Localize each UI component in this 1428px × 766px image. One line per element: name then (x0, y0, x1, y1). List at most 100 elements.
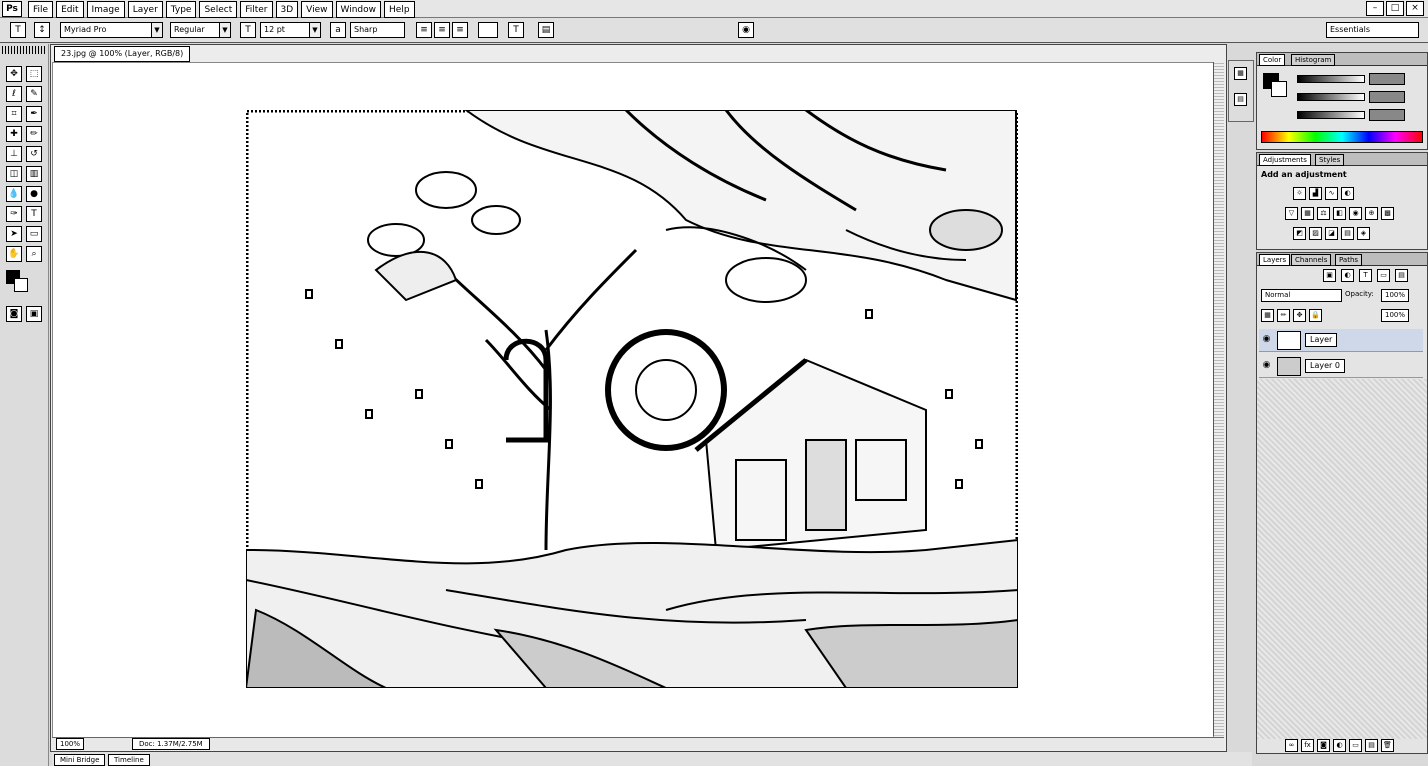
gradient-tool-icon[interactable]: ▥ (26, 166, 42, 182)
menu-type[interactable]: Type (165, 1, 197, 18)
tab-mini-bridge[interactable]: Mini Bridge (54, 754, 106, 766)
new-layer-icon[interactable]: ▤ (1365, 739, 1378, 752)
levels-icon[interactable]: ▟ (1309, 187, 1322, 200)
tab-channels[interactable]: Channels (1291, 254, 1332, 266)
document-tab[interactable]: 23.jpg @ 100% (Layer, RGB/8) (54, 46, 191, 62)
posterize-icon[interactable]: ▨ (1309, 227, 1322, 240)
delete-layer-icon[interactable]: 🗑 (1381, 739, 1394, 752)
menu-select[interactable]: Select (199, 1, 238, 18)
background-color-swatch[interactable] (14, 278, 28, 292)
eye-icon[interactable]: ◉ (1261, 334, 1272, 345)
properties-panel-icon[interactable]: ▤ (1234, 93, 1247, 106)
healing-brush-tool-icon[interactable]: ✚ (6, 126, 22, 142)
green-value-field[interactable] (1369, 91, 1405, 103)
pen-tool-icon[interactable]: ✑ (6, 206, 22, 222)
font-family-select[interactable]: Myriad Pro (60, 22, 153, 38)
antialias-select[interactable]: Sharp (350, 22, 405, 38)
text-color-swatch[interactable] (478, 22, 498, 38)
menu-image[interactable]: Image (86, 1, 125, 18)
workspace-select[interactable]: Essentials (1326, 22, 1419, 38)
align-right-icon[interactable]: ≡ (452, 22, 468, 38)
gradient-map-icon[interactable]: ▤ (1341, 227, 1354, 240)
channel-mixer-icon[interactable]: ⊕ (1365, 207, 1378, 220)
color-lookup-icon[interactable]: ▩ (1381, 207, 1394, 220)
tab-paths[interactable]: Paths (1335, 254, 1363, 266)
lock-transparent-icon[interactable]: ▦ (1261, 309, 1274, 322)
color-balance-icon[interactable]: ⚖ (1317, 207, 1330, 220)
type-tool-icon[interactable]: T (10, 22, 26, 38)
menu-window[interactable]: Window (335, 1, 382, 18)
filter-type-icon[interactable]: T (1359, 269, 1372, 282)
tab-color[interactable]: Color (1259, 54, 1286, 66)
invert-icon[interactable]: ◩ (1293, 227, 1306, 240)
quick-select-tool-icon[interactable]: ✎ (26, 86, 42, 102)
layer-row[interactable]: ◉ Layer (1259, 329, 1423, 352)
clone-stamp-tool-icon[interactable]: ⊥ (6, 146, 22, 162)
warp-text-icon[interactable]: T (508, 22, 524, 38)
layer-mask-icon[interactable]: ◙ (1317, 739, 1330, 752)
canvas-image[interactable] (246, 110, 1018, 688)
tab-timeline[interactable]: Timeline (108, 754, 150, 766)
menu-help[interactable]: Help (384, 1, 415, 18)
chevron-down-icon[interactable]: ▼ (309, 22, 321, 38)
blur-tool-icon[interactable]: 💧 (6, 186, 22, 202)
eye-icon[interactable]: ◉ (1261, 360, 1272, 371)
zoom-level-field[interactable]: 100% (56, 738, 84, 750)
adjustment-layer-icon[interactable]: ◐ (1333, 739, 1346, 752)
font-size-select[interactable]: 12 pt (260, 22, 311, 38)
red-value-field[interactable] (1369, 73, 1405, 85)
selective-color-icon[interactable]: ◈ (1357, 227, 1370, 240)
color-ramp[interactable] (1261, 131, 1423, 143)
eraser-tool-icon[interactable]: ◫ (6, 166, 22, 182)
marquee-tool-icon[interactable]: ⬚ (26, 66, 42, 82)
filter-adjustment-icon[interactable]: ◐ (1341, 269, 1354, 282)
link-layers-icon[interactable]: ∞ (1285, 739, 1298, 752)
quick-mask-icon[interactable]: ◙ (6, 306, 22, 322)
text-orientation-icon[interactable]: ↕ (34, 22, 50, 38)
menu-3d[interactable]: 3D (275, 1, 299, 18)
zoom-tool-icon[interactable]: ⌕ (26, 246, 42, 262)
eyedropper-tool-icon[interactable]: ✒ (26, 106, 42, 122)
path-selection-tool-icon[interactable]: ➤ (6, 226, 22, 242)
exposure-icon[interactable]: ◐ (1341, 187, 1354, 200)
character-panel-icon[interactable]: ▤ (538, 22, 554, 38)
chevron-down-icon[interactable]: ▼ (219, 22, 231, 38)
layer-name[interactable]: Layer 0 (1305, 359, 1345, 373)
minimize-button[interactable]: – (1366, 1, 1384, 16)
3d-icon[interactable]: ◉ (738, 22, 754, 38)
fill-field[interactable]: 100% (1381, 309, 1409, 322)
close-button[interactable]: × (1406, 1, 1424, 16)
tab-adjustments[interactable]: Adjustments (1259, 154, 1311, 166)
filter-pixel-icon[interactable]: ▣ (1323, 269, 1336, 282)
maximize-button[interactable]: □ (1386, 1, 1404, 16)
document-info[interactable]: Doc: 1.37M/2.75M (132, 738, 210, 750)
screen-mode-icon[interactable]: ▣ (26, 306, 42, 322)
layer-name[interactable]: Layer (1305, 333, 1338, 347)
blue-value-field[interactable] (1369, 109, 1405, 121)
layer-row[interactable]: ◉ Layer 0 (1259, 355, 1423, 378)
layer-style-icon[interactable]: fx (1301, 739, 1314, 752)
black-white-icon[interactable]: ◧ (1333, 207, 1346, 220)
history-panel-icon[interactable]: ▦ (1234, 67, 1247, 80)
lock-position-icon[interactable]: ✥ (1293, 309, 1306, 322)
brush-tool-icon[interactable]: ✏ (26, 126, 42, 142)
hand-tool-icon[interactable]: ✋ (6, 246, 22, 262)
menu-layer[interactable]: Layer (127, 1, 163, 18)
menu-view[interactable]: View (301, 1, 333, 18)
shape-tool-icon[interactable]: ▭ (26, 226, 42, 242)
brightness-contrast-icon[interactable]: ☼ (1293, 187, 1306, 200)
crop-tool-icon[interactable]: ⌗ (6, 106, 22, 122)
background-color-swatch[interactable] (1271, 81, 1287, 97)
green-slider[interactable] (1297, 93, 1365, 101)
opacity-field[interactable]: 100% (1381, 289, 1409, 302)
align-left-icon[interactable]: ≡ (416, 22, 432, 38)
filter-smart-icon[interactable]: ▤ (1395, 269, 1408, 282)
red-slider[interactable] (1297, 75, 1365, 83)
menu-edit[interactable]: Edit (56, 1, 84, 18)
type-tool-icon[interactable]: T (26, 206, 42, 222)
history-brush-tool-icon[interactable]: ↺ (26, 146, 42, 162)
blend-mode-select[interactable]: Normal (1261, 289, 1342, 302)
align-center-icon[interactable]: ≡ (434, 22, 450, 38)
toolbox-grip[interactable] (2, 46, 46, 54)
dodge-tool-icon[interactable]: ● (26, 186, 42, 202)
